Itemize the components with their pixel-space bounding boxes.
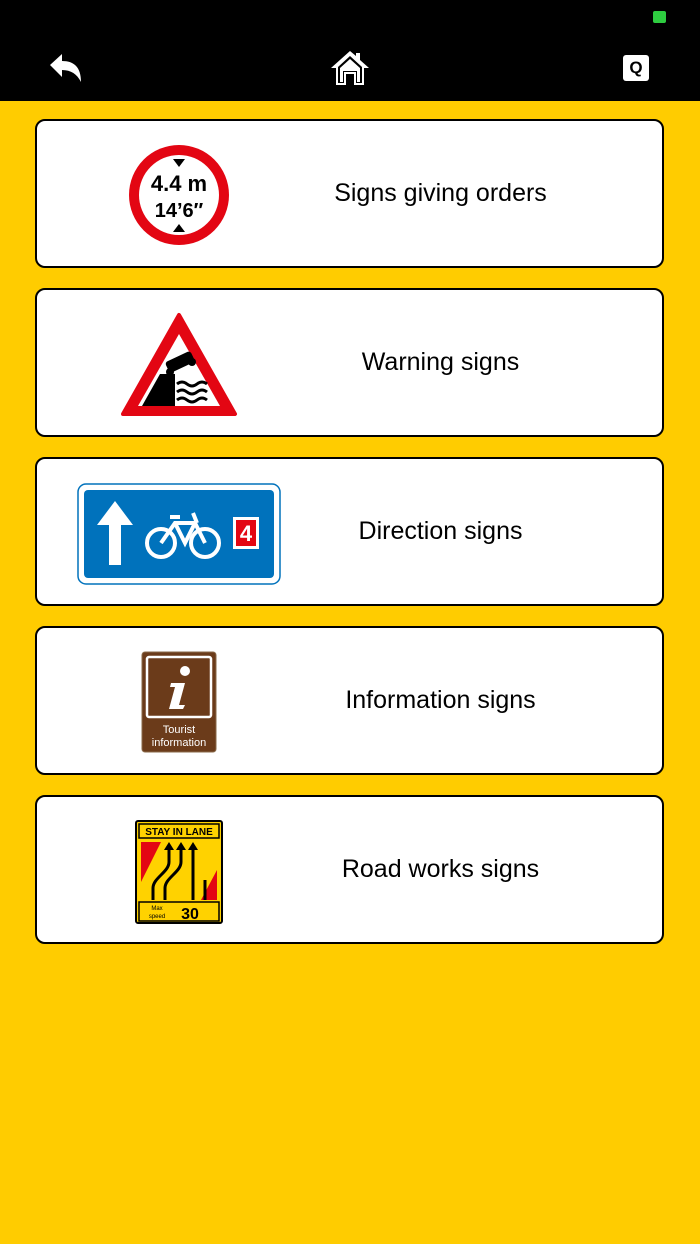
quayside-warning-sign-icon xyxy=(120,312,238,423)
stay-in-lane-sign-icon: STAY IN LANE Max speed 30 xyxy=(135,820,223,929)
cycle-route-sign-icon: 4 xyxy=(77,483,281,590)
sign-text-max: Max xyxy=(151,906,162,912)
back-button[interactable] xyxy=(46,50,86,86)
category-warning-signs[interactable]: Warning signs xyxy=(35,288,664,437)
route-number: 4 xyxy=(240,521,253,546)
home-icon xyxy=(331,51,369,85)
tourist-information-sign-icon: Tourist information xyxy=(141,651,217,758)
sign-text-metric: 4.4 m xyxy=(151,171,207,196)
category-label: Signs giving orders xyxy=(334,179,547,207)
sign-text-tourist: Tourist xyxy=(163,724,195,736)
category-label: Warning signs xyxy=(361,348,520,376)
home-button[interactable] xyxy=(329,49,371,87)
category-label: Direction signs xyxy=(358,517,523,545)
category-road-works-signs[interactable]: STAY IN LANE Max speed 30 Road works sig… xyxy=(35,795,664,944)
sign-text-stay-in-lane: STAY IN LANE xyxy=(145,827,213,838)
category-signs-giving-orders[interactable]: 4.4 m 14’6″ Signs giving orders xyxy=(35,119,664,268)
quiz-button[interactable]: Q xyxy=(623,55,649,81)
battery-icon xyxy=(653,11,666,23)
sign-text-information: information xyxy=(152,737,206,749)
back-arrow-icon xyxy=(50,54,81,82)
category-direction-signs[interactable]: 4 Direction signs xyxy=(35,457,664,606)
sign-text-speed-value: 30 xyxy=(181,906,199,923)
category-label: Road works signs xyxy=(341,855,540,883)
category-information-signs[interactable]: Tourist information Information signs xyxy=(35,626,664,775)
sign-text-imperial: 14’6″ xyxy=(155,200,204,222)
category-label: Information signs xyxy=(345,686,536,714)
sign-text-speed: speed xyxy=(149,914,165,920)
height-limit-sign-icon: 4.4 m 14’6″ xyxy=(127,143,231,252)
top-bar: Q xyxy=(0,0,700,101)
